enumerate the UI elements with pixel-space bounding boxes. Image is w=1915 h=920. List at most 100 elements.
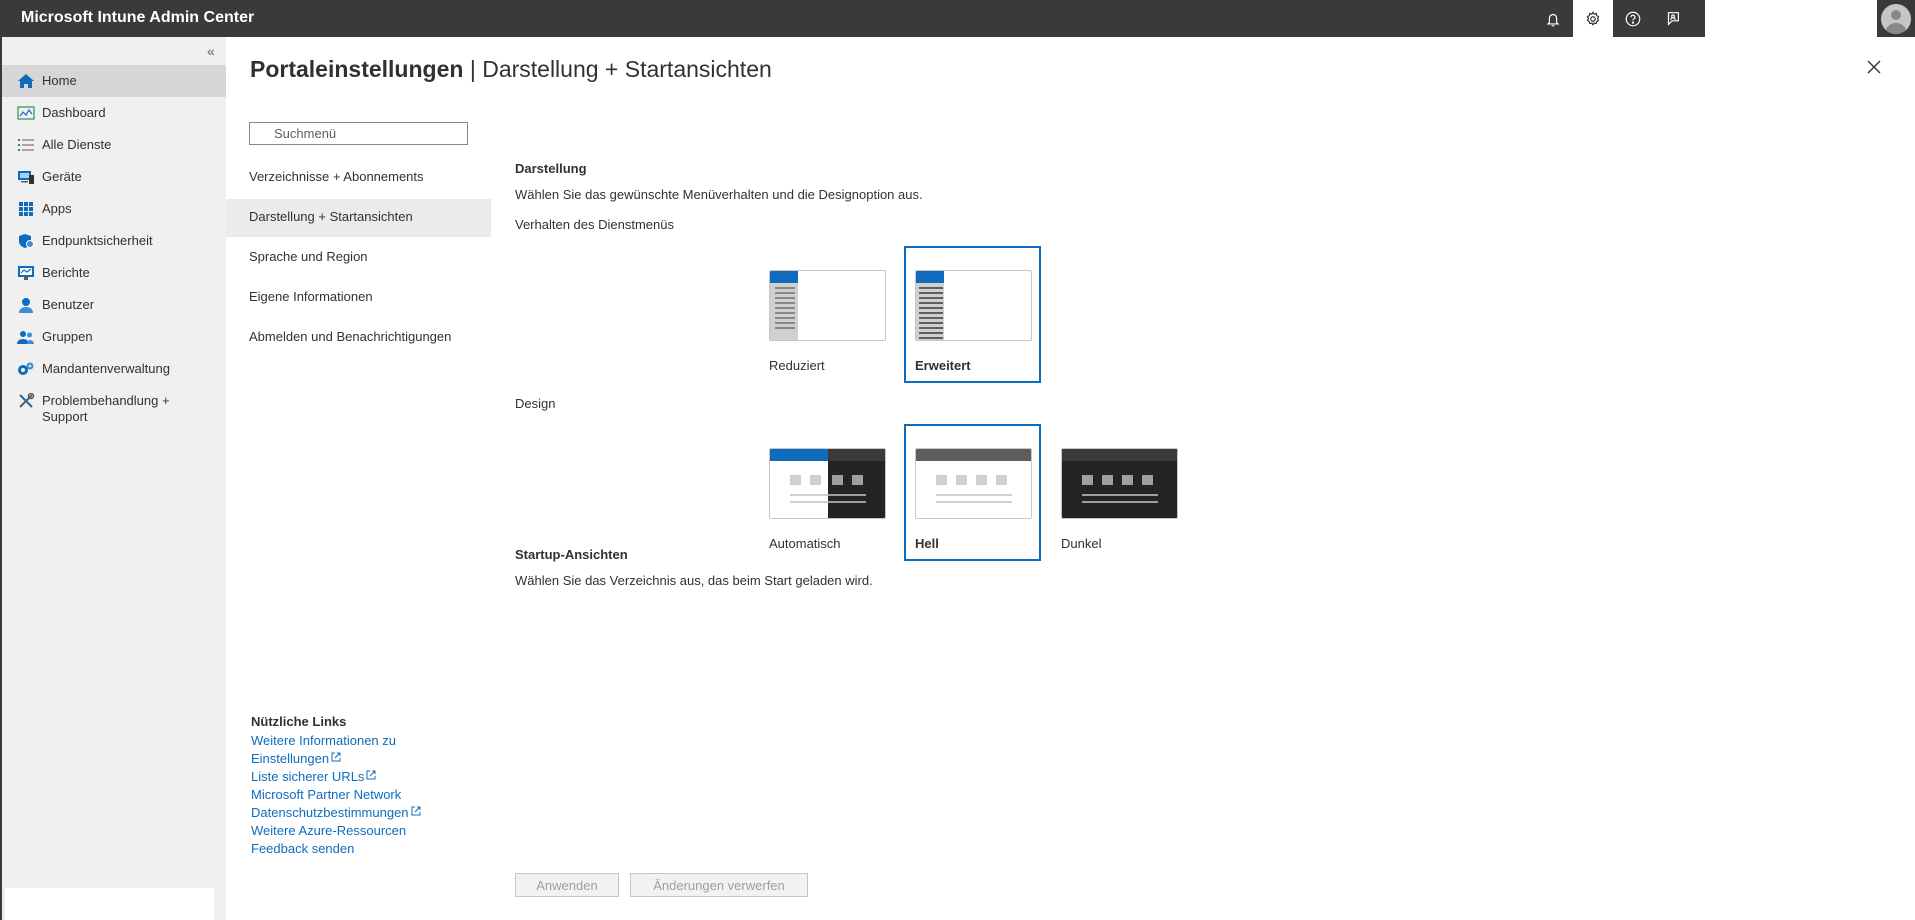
nav-item-endpoint-security[interactable]: Endpunktsicherheit [2,225,226,257]
top-bar: Microsoft Intune Admin Center [0,0,1915,37]
theme-option-auto[interactable]: Automatisch [758,424,895,561]
page-title-main: Portaleinstellungen [250,56,464,82]
account-avatar-button[interactable] [1877,0,1915,37]
nav-item-devices[interactable]: Geräte [2,161,226,193]
light-theme-preview [915,448,1032,519]
close-button[interactable] [1864,57,1884,77]
account-area[interactable] [1705,0,1877,37]
page-title-separator: | [463,56,483,82]
shield-icon [17,233,35,249]
useful-links-title: Nützliche Links [251,714,347,729]
link-settings-info[interactable]: Weitere Informationen zu Einstellungen [251,732,421,768]
reports-icon [17,265,35,281]
section-title-startup: Startup-Ansichten [515,547,628,562]
nav-item-label: Benutzer [42,297,95,312]
link-safe-urls[interactable]: Liste sicherer URLs [251,768,421,786]
nav-item-all-services[interactable]: Alle Dienste [2,129,226,161]
auto-theme-preview [769,448,886,519]
left-navigation: « Home Dashboard Alle Dienste Geräte App… [0,37,226,920]
user-icon [17,297,35,313]
link-partner-network[interactable]: Microsoft Partner Network [251,786,421,804]
external-link-icon [331,752,341,762]
menu-item-appearance[interactable]: Darstellung + Startansichten [226,199,491,237]
search-menu-input[interactable]: Suchmenü [249,122,468,145]
nav-item-dashboard[interactable]: Dashboard [2,97,226,129]
menu-item-label: Darstellung + Startansichten [249,209,413,224]
expanded-menu-preview [915,270,1032,341]
nav-item-label: Home [42,73,77,88]
nav-item-label: Geräte [42,169,82,184]
theme-option-light[interactable]: Hell [904,424,1041,561]
useful-links: Nützliche Links Weitere Informationen zu… [251,714,421,858]
home-icon [17,73,35,89]
option-label: Reduziert [769,358,825,373]
nav-item-users[interactable]: Benutzer [2,289,226,321]
nav-item-label: Mandantenverwaltung [42,361,170,376]
menu-item-label: Eigene Informationen [249,289,373,304]
link-azure-resources[interactable]: Weitere Azure-Ressourcen [251,822,421,840]
nav-item-home[interactable]: Home [2,65,226,97]
list-icon [17,137,35,153]
help-button[interactable] [1613,0,1653,37]
notifications-button[interactable] [1533,0,1573,37]
dashboard-icon [17,105,35,121]
nav-footer-area [5,888,214,920]
collapse-nav-button[interactable]: « [207,43,215,59]
external-link-icon [411,806,421,816]
devices-icon [17,169,35,185]
section-title-appearance: Darstellung [515,161,587,176]
nav-item-label: Endpunktsicherheit [42,233,153,248]
close-icon [1867,60,1881,74]
option-label: Erweitert [915,358,971,373]
avatar [1881,3,1911,34]
apply-button[interactable]: Anwenden [515,873,619,897]
nav-list: Home Dashboard Alle Dienste Geräte Apps [2,65,226,429]
menu-item-label: Verzeichnisse + Abonnements [249,169,424,184]
tenant-admin-icon [17,361,35,377]
discard-changes-button[interactable]: Änderungen verwerfen [630,873,808,897]
search-placeholder: Suchmenü [274,126,337,141]
section-description-appearance: Wählen Sie das gewünschte Menüverhalten … [515,187,923,202]
troubleshoot-icon [17,393,35,409]
menu-item-directories[interactable]: Verzeichnisse + Abonnements [226,159,491,197]
nav-item-label: Apps [42,201,72,216]
option-label: Dunkel [1061,536,1102,551]
nav-item-label: Alle Dienste [42,137,112,152]
option-label: Hell [915,536,939,551]
nav-item-label: Problembehandlung + Support [42,393,170,424]
page-title: Portaleinstellungen | Darstellung + Star… [250,56,772,83]
nav-item-label: Dashboard [42,105,106,120]
menu-item-my-information[interactable]: Eigene Informationen [226,279,491,317]
section-description-startup: Wählen Sie das Verzeichnis aus, das beim… [515,573,873,588]
link-send-feedback[interactable]: Feedback senden [251,840,421,858]
theme-option-dark[interactable]: Dunkel [1050,424,1187,561]
feedback-button[interactable] [1653,0,1693,37]
menu-item-label: Abmelden und Benachrichtigungen [249,329,452,344]
feedback-icon [1667,11,1679,26]
menu-option-collapsed[interactable]: Reduziert [758,246,895,383]
design-label: Design [515,396,556,411]
menu-behavior-label: Verhalten des Dienstmenüs [515,217,674,232]
nav-item-apps[interactable]: Apps [2,193,226,225]
menu-option-expanded[interactable]: Erweitert [904,246,1041,383]
menu-item-label: Sprache und Region [249,249,368,264]
settings-button[interactable] [1573,0,1613,37]
page-title-sub: Darstellung + Startansichten [482,56,772,82]
nav-item-tenant-admin[interactable]: Mandantenverwaltung [2,353,226,385]
nav-item-groups[interactable]: Gruppen [2,321,226,353]
nav-item-troubleshooting[interactable]: Problembehandlung + Support [2,385,226,429]
gear-icon [1586,10,1600,26]
settings-blade: Portaleinstellungen | Darstellung + Star… [226,37,1915,920]
collapsed-menu-preview [769,270,886,341]
menu-item-language-region[interactable]: Sprache und Region [226,239,491,277]
nav-item-label: Berichte [42,265,90,280]
bell-icon [1546,13,1560,26]
menu-item-signout-notifications[interactable]: Abmelden und Benachrichtigungen [226,319,491,357]
app-title[interactable]: Microsoft Intune Admin Center [21,9,254,27]
nav-item-label: Gruppen [42,329,93,344]
external-link-icon [366,770,376,780]
nav-item-reports[interactable]: Berichte [2,257,226,289]
help-icon [1625,11,1641,26]
link-privacy[interactable]: Datenschutzbestimmungen [251,804,421,822]
dark-theme-preview [1061,448,1178,519]
